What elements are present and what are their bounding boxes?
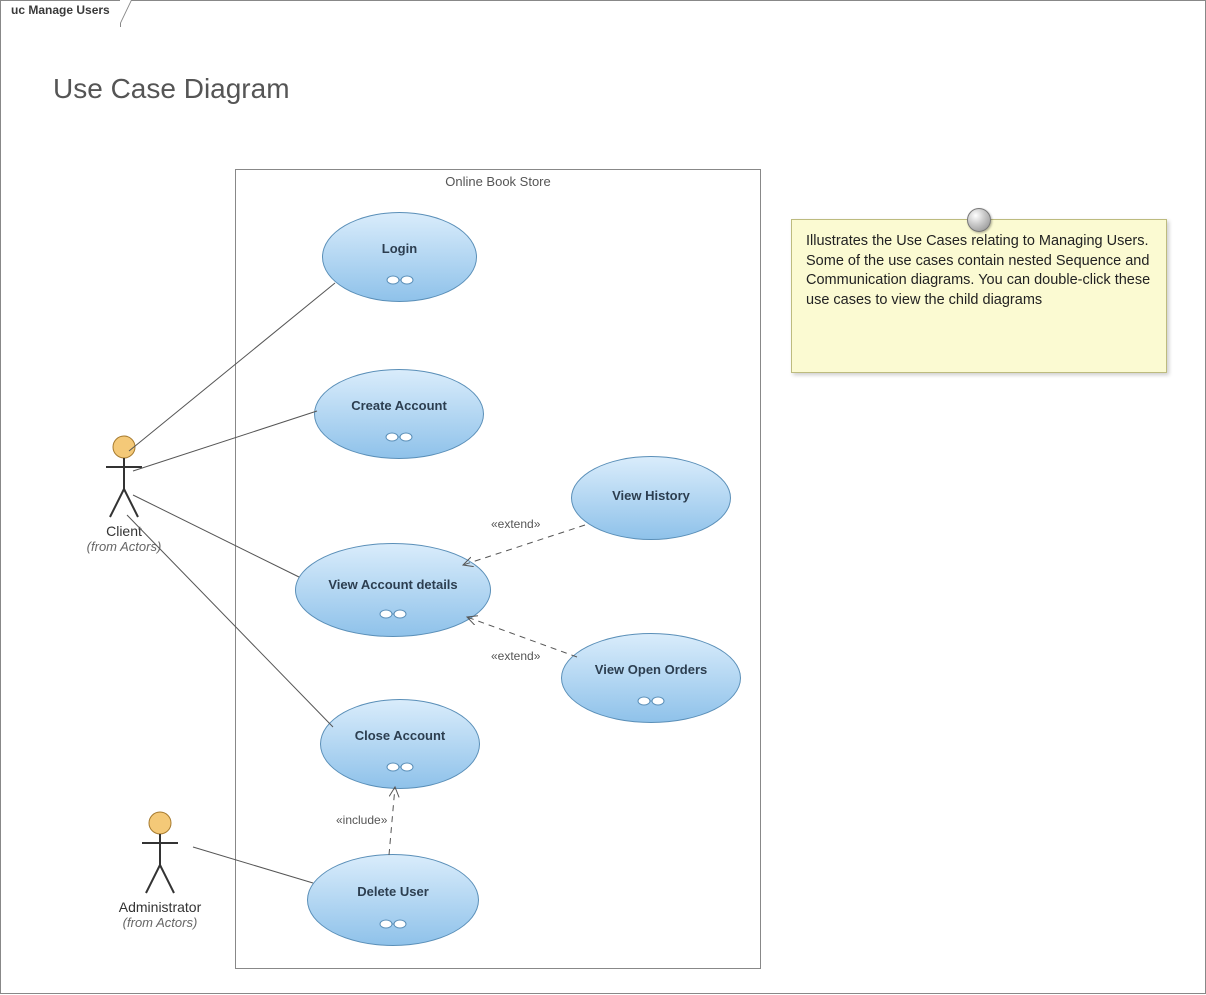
system-boundary-label: Online Book Store xyxy=(236,174,760,189)
actor-client-name: Client xyxy=(74,523,174,539)
actor-admin-name: Administrator xyxy=(110,899,210,915)
diagram-note-text: Illustrates the Use Cases relating to Ma… xyxy=(806,233,1150,308)
pushpin-icon xyxy=(967,208,991,232)
usecase-view-open-orders-label: View Open Orders xyxy=(562,662,740,677)
frame-tab: uc Manage Users xyxy=(0,0,121,27)
usecase-login-label: Login xyxy=(323,241,476,256)
usecase-delete-user-label: Delete User xyxy=(308,884,478,899)
usecase-close-account[interactable]: Close Account xyxy=(320,699,480,789)
child-diagram-icon xyxy=(385,275,415,285)
child-diagram-icon xyxy=(378,919,408,929)
actor-admin-from: (from Actors) xyxy=(110,915,210,930)
diagram-note: Illustrates the Use Cases relating to Ma… xyxy=(791,219,1167,373)
actor-administrator[interactable]: Administrator (from Actors) xyxy=(110,811,210,930)
child-diagram-icon xyxy=(384,432,414,442)
extend-label-1: «extend» xyxy=(491,517,540,531)
usecase-close-account-label: Close Account xyxy=(321,728,479,743)
child-diagram-icon xyxy=(636,696,666,706)
usecase-view-open-orders[interactable]: View Open Orders xyxy=(561,633,741,723)
usecase-view-account-details-label: View Account details xyxy=(296,577,490,592)
usecase-view-history[interactable]: View History xyxy=(571,456,731,540)
usecase-login[interactable]: Login xyxy=(322,212,477,302)
actor-client-from: (from Actors) xyxy=(74,539,174,554)
frame-tab-label: uc Manage Users xyxy=(11,3,110,17)
diagram-title: Use Case Diagram xyxy=(53,73,290,105)
usecase-view-account-details[interactable]: View Account details xyxy=(295,543,491,637)
diagram-frame: uc Manage Users Use Case Diagram Online … xyxy=(0,0,1206,994)
usecase-create-account[interactable]: Create Account xyxy=(314,369,484,459)
actor-icon xyxy=(104,435,144,521)
child-diagram-icon xyxy=(378,609,408,619)
usecase-create-account-label: Create Account xyxy=(315,398,483,413)
actor-client[interactable]: Client (from Actors) xyxy=(74,435,174,554)
usecase-view-history-label: View History xyxy=(572,488,730,503)
child-diagram-icon xyxy=(385,762,415,772)
actor-icon xyxy=(140,811,180,897)
usecase-delete-user[interactable]: Delete User xyxy=(307,854,479,946)
extend-label-2: «extend» xyxy=(491,649,540,663)
include-label-1: «include» xyxy=(336,813,387,827)
